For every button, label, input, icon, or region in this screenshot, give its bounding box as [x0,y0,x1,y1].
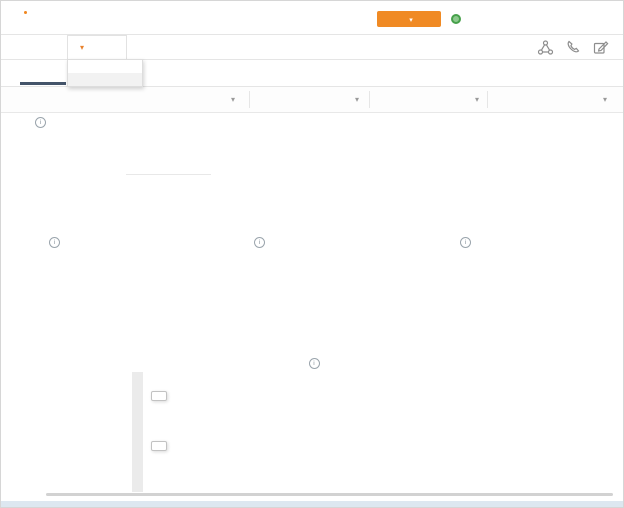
filter-divider [369,91,370,108]
info-icon[interactable] [460,237,471,248]
quality-tooltip [151,391,167,401]
reports-dropdown-menu [67,59,143,87]
menu-item-quality-of-service[interactable] [68,73,142,86]
endpoints-title [45,236,60,248]
logo-trademark-dot [24,11,27,14]
total-calls-stat [124,137,212,140]
good-quality-line-chart[interactable] [46,373,613,431]
filter-divider [487,91,488,108]
admin-portal-button[interactable] [377,11,441,27]
filter-divider [249,91,250,108]
info-icon[interactable] [309,358,320,369]
chevron-down-icon[interactable]: ▾ [475,95,479,104]
quality-monitor-title [31,116,46,128]
endpoints-donut[interactable] [18,253,110,345]
outbound-stat [169,184,225,187]
chevron-down-icon[interactable]: ▾ [603,95,607,104]
chart-baseline-scrollbar[interactable] [46,493,613,496]
stats-divider [126,174,211,175]
donut-hole [45,280,83,318]
inbound-stat [119,184,169,187]
volume-tooltip [151,441,167,451]
tab-overview-underline [20,82,66,85]
quality-monitor-donut[interactable] [19,134,107,222]
bottom-strip [1,501,623,507]
isps-title [456,236,471,248]
codecs-title [250,236,265,248]
compose-report-icon[interactable] [592,39,609,56]
isps-donut[interactable] [427,253,519,345]
donut-hole [250,280,288,318]
info-icon[interactable] [254,237,265,248]
filter-bar [1,87,623,113]
codecs-donut[interactable] [223,253,315,345]
quality-vs-volume-title [1,357,623,369]
reports-dropdown-trigger[interactable] [67,35,127,59]
network-icon[interactable] [537,39,554,56]
presence-status-icon[interactable] [451,14,461,24]
info-icon[interactable] [49,237,60,248]
qos-dashboard: ▾ ▾ ▾ ▾ [0,0,624,508]
donut-hole [31,146,95,210]
chevron-down-icon[interactable]: ▾ [355,95,359,104]
volume-bar-chart[interactable] [46,431,613,493]
header-links [601,14,607,24]
menu-item-historical-reports[interactable] [68,60,142,73]
chevron-down-icon [77,42,84,53]
chevron-down-icon[interactable]: ▾ [231,95,235,104]
info-icon[interactable] [35,117,46,128]
phone-icon[interactable] [565,39,582,56]
chevron-down-icon [409,14,413,24]
donut-hole [454,280,492,318]
ringcentral-logo [23,10,27,27]
